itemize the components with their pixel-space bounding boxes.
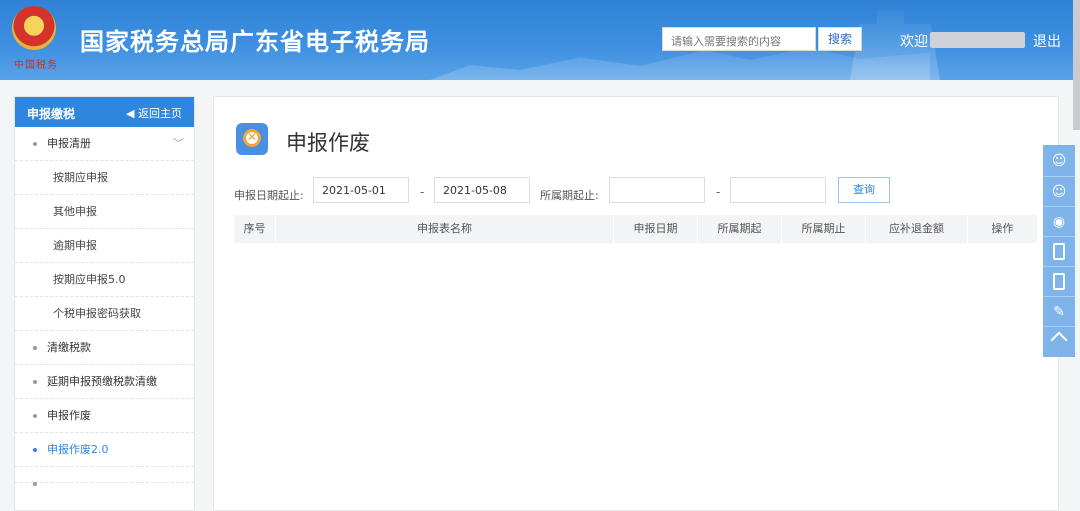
- emblem-caption: 中国税务: [14, 60, 58, 71]
- username-redacted: [930, 32, 1025, 48]
- chevron-down-icon[interactable]: ﹀: [173, 127, 184, 161]
- sidebar-item-void-declaration-2[interactable]: 申报作废2.0: [15, 433, 194, 467]
- col-header-index: 序号: [234, 215, 276, 243]
- bullet-icon: [33, 482, 37, 486]
- period-label: 所属期起止:: [540, 189, 599, 202]
- sidebar-item-label: 其他申报: [53, 205, 97, 218]
- national-emblem-icon: [12, 6, 56, 50]
- query-button[interactable]: 查询: [838, 177, 890, 203]
- logout-link[interactable]: 退出: [1033, 31, 1061, 51]
- wechat-icon[interactable]: ☺: [1043, 145, 1075, 177]
- sidebar: 申报缴税 ◀ 返回主页 申报清册 ﹀ 按期应申报 其他申报 逾期申报 按期应申报…: [14, 96, 195, 511]
- floating-toolbar: ☺ ☺ ◉ ✎: [1043, 145, 1075, 357]
- back-home-link[interactable]: ◀ 返回主页: [126, 105, 182, 121]
- declaration-date-label: 申报日期起止:: [234, 189, 304, 202]
- sidebar-item-declaration-list[interactable]: 申报清册 ﹀: [15, 127, 194, 161]
- bullet-icon: [33, 414, 37, 418]
- sidebar-item-scheduled-filing[interactable]: 按期应申报: [15, 161, 194, 195]
- bullet-icon: [33, 380, 37, 384]
- period-start-field[interactable]: [609, 177, 705, 203]
- col-header-period-start: 所属期起: [698, 215, 782, 243]
- mobile-icon[interactable]: [1043, 267, 1075, 297]
- sidebar-item-void-declaration[interactable]: 申报作废: [15, 399, 194, 433]
- col-header-declaration-date: 申报日期: [614, 215, 698, 243]
- page-scrollbar[interactable]: [1073, 0, 1080, 130]
- sidebar-item-label: 申报作废: [47, 409, 91, 422]
- date-end-field[interactable]: 2021-05-08: [434, 177, 530, 203]
- page-title: 申报作废: [286, 131, 370, 155]
- sidebar-item-scheduled-filing-5[interactable]: 按期应申报5.0: [15, 263, 194, 297]
- sidebar-item-label: 逾期申报: [53, 239, 97, 252]
- col-header-amount: 应补退金额: [866, 215, 968, 243]
- weibo-icon[interactable]: ◉: [1043, 207, 1075, 237]
- sidebar-item-deferred-payment[interactable]: 延期申报预缴税款清缴: [15, 365, 194, 399]
- col-header-form-name: 申报表名称: [276, 215, 614, 243]
- sidebar-header: 申报缴税 ◀ 返回主页: [15, 97, 194, 127]
- sidebar-item-label: 延期申报预缴税款清缴: [47, 375, 157, 388]
- main-panel: ✕ 申报作废 申报日期起止: 2021-05-01 - 2021-05-08 所…: [213, 96, 1059, 511]
- mobile-icon[interactable]: [1043, 237, 1075, 267]
- back-to-top-icon[interactable]: [1043, 327, 1075, 357]
- void-declaration-icon: ✕: [236, 123, 268, 155]
- sidebar-item-label: 个税申报密码获取: [53, 307, 141, 320]
- site-title: 国家税务总局广东省电子税务局: [80, 28, 430, 56]
- sidebar-item-label: 清缴税款: [47, 341, 91, 354]
- bullet-icon: [33, 448, 37, 452]
- site-header: 中国税务 国家税务总局广东省电子税务局 请输入需要搜索的内容 搜索 欢迎 退出: [0, 0, 1080, 80]
- col-header-period-end: 所属期止: [782, 215, 866, 243]
- table-header: 序号 申报表名称 申报日期 所属期起 所属期止 应补退金额 操作: [234, 215, 1037, 243]
- period-separator: -: [716, 185, 721, 199]
- void-cross-glyph: ✕: [246, 130, 258, 144]
- bullet-icon: [33, 142, 37, 146]
- sidebar-item-label: 申报清册: [47, 137, 91, 150]
- col-header-actions: 操作: [991, 222, 1014, 235]
- sidebar-item-label: 按期应申报5.0: [53, 273, 126, 286]
- wechat-icon[interactable]: ☺: [1043, 177, 1075, 207]
- sidebar-item-iit-password[interactable]: 个税申报密码获取: [15, 297, 194, 331]
- date-start-field[interactable]: 2021-05-01: [313, 177, 409, 203]
- sidebar-item-label: 按期应申报: [53, 171, 108, 184]
- app-window: 中国税务 国家税务总局广东省电子税务局 请输入需要搜索的内容 搜索 欢迎 退出 …: [0, 0, 1080, 511]
- sidebar-title: 申报缴税: [27, 107, 76, 121]
- search-button[interactable]: 搜索: [818, 27, 862, 51]
- date-separator: -: [420, 185, 425, 199]
- feedback-icon[interactable]: ✎: [1043, 297, 1075, 327]
- sidebar-item-truncated: [15, 467, 194, 486]
- sidebar-item-other-filing[interactable]: 其他申报: [15, 195, 194, 229]
- period-end-field[interactable]: [730, 177, 826, 203]
- sidebar-item-label: 申报作废2.0: [47, 443, 109, 456]
- welcome-label: 欢迎: [900, 34, 928, 50]
- bullet-icon: [33, 346, 37, 350]
- sidebar-item-tax-payment[interactable]: 清缴税款: [15, 331, 194, 365]
- back-home-label: 返回主页: [138, 107, 182, 120]
- search-input[interactable]: 请输入需要搜索的内容: [662, 27, 816, 51]
- back-arrow-icon: ◀: [126, 107, 138, 120]
- sidebar-item-overdue-filing[interactable]: 逾期申报: [15, 229, 194, 263]
